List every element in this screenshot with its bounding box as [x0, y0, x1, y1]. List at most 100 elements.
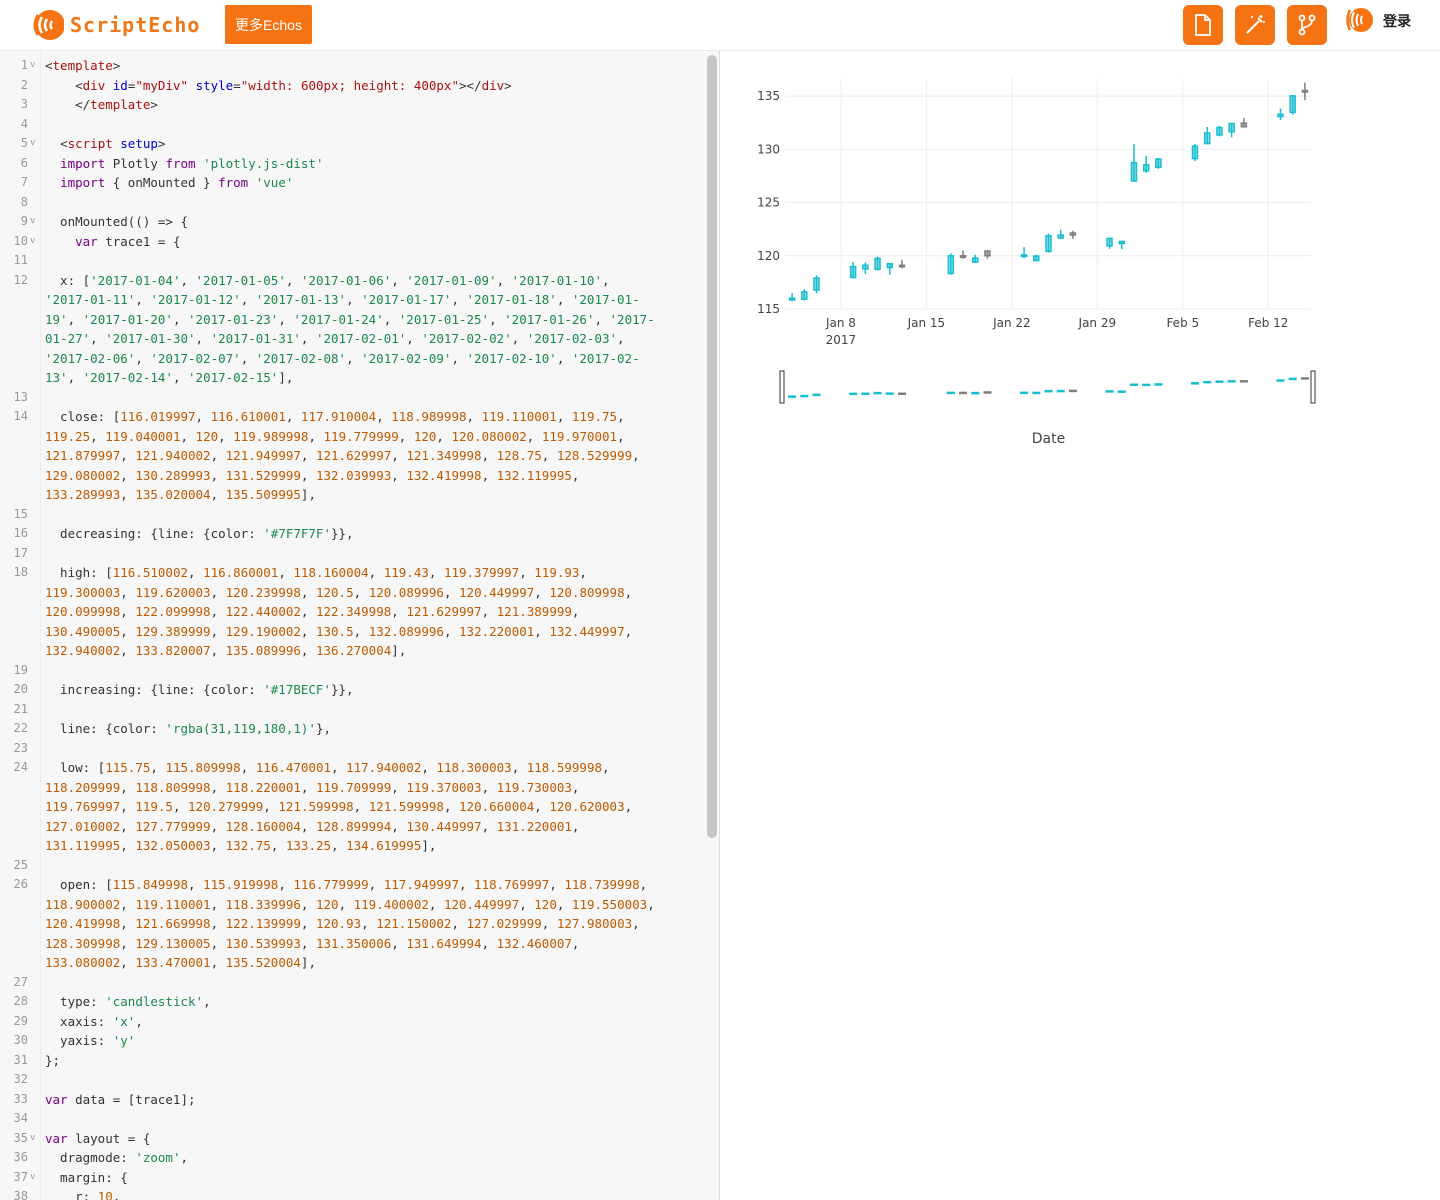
- candle-body: [886, 263, 894, 269]
- code-line[interactable]: 27: [0, 973, 705, 993]
- candlestick-chart[interactable]: 115 120 125 130 135 Jan 8 2017 Jan 15 Jan 22 Jan …: [720, 51, 1440, 471]
- code-text: 133.080002, 133.470001, 135.520004],: [45, 955, 316, 970]
- candle-body: [1277, 113, 1284, 118]
- fold-chevron-icon[interactable]: v: [30, 56, 35, 76]
- code-line[interactable]: 5v <script setup>: [0, 134, 705, 154]
- login-link[interactable]: 登录: [1383, 11, 1411, 31]
- code-line[interactable]: 11: [0, 251, 705, 271]
- editor-scrollbar[interactable]: [707, 55, 717, 838]
- code-line[interactable]: 119.300003, 119.620003, 120.239998, 120.…: [0, 583, 705, 603]
- code-line[interactable]: 132.940002, 133.820007, 135.089996, 136.…: [0, 641, 705, 661]
- magic-wand-icon: [1246, 15, 1265, 34]
- candle-body: [1106, 237, 1113, 247]
- candle-body: [1057, 234, 1064, 239]
- code-line[interactable]: 35 v var layout = {: [0, 1129, 705, 1149]
- fold-chevron-icon[interactable]: v: [30, 1168, 35, 1188]
- code-line[interactable]: 38 r: 10,: [0, 1187, 705, 1200]
- code-line[interactable]: 133.289993, 135.020004, 135.509995],: [0, 485, 705, 505]
- code-line[interactable]: 9v onMounted(() => {: [0, 212, 705, 232]
- code-text: 129.080002, 130.289993, 131.529999, 132.…: [45, 467, 580, 483]
- x-tick-label: Jan 22: [992, 316, 1031, 330]
- code-line[interactable]: 129.080002, 130.289993, 131.529999, 132.…: [0, 466, 705, 486]
- code-line[interactable]: 36 dragmode: 'zoom',: [0, 1148, 705, 1168]
- code-line[interactable]: 01-27', '2017-01-30', '2017-01-31', '201…: [0, 329, 705, 349]
- code-line[interactable]: 20 increasing: {line: {color: '#17BECF'}…: [0, 680, 705, 700]
- scriptecho-logo[interactable]: ScriptEcho: [28, 6, 200, 44]
- new-file-button[interactable]: [1183, 5, 1223, 45]
- code-line[interactable]: 133.080002, 133.470001, 135.520004],: [0, 953, 705, 973]
- code-line[interactable]: 13', '2017-02-14', '2017-02-15'],: [0, 368, 705, 388]
- code-line[interactable]: 4: [0, 115, 705, 135]
- range-slider-candle: [971, 391, 980, 395]
- code-line[interactable]: 119.769997, 119.5, 120.279999, 121.59999…: [0, 797, 705, 817]
- candle-body: [1228, 122, 1235, 133]
- code-line[interactable]: 22 line: {color: 'rgba(31,119,180,1)'},: [0, 719, 705, 739]
- code-line[interactable]: 18 high: [116.510002, 116.860001, 118.16…: [0, 563, 705, 583]
- preview-pane: 115 120 125 130 135 Jan 8 2017 Jan 15 Jan 22 Jan …: [720, 51, 1440, 1200]
- code-line[interactable]: 19', '2017-01-20', '2017-01-23', '2017-0…: [0, 310, 705, 330]
- fold-chevron-icon[interactable]: v: [30, 232, 35, 252]
- range-slider-candle: [983, 391, 992, 394]
- code-line[interactable]: 118.209999, 118.809998, 118.220001, 119.…: [0, 778, 705, 798]
- code-line[interactable]: 130.490005, 129.389999, 129.190002, 130.…: [0, 622, 705, 642]
- more-echos-button[interactable]: 更多Echos: [225, 5, 312, 44]
- code-lines[interactable]: 1 v <template> 2 <div id="myDiv" style="wid…: [0, 56, 705, 1200]
- code-line[interactable]: 28 type: 'candlestick',: [0, 992, 705, 1012]
- code-line[interactable]: 23: [0, 739, 705, 759]
- code-line[interactable]: 120.099998, 122.099998, 122.440002, 122.…: [0, 602, 705, 622]
- code-text: open: [115.849998, 115.919998, 116.77999…: [45, 877, 648, 892]
- code-line[interactable]: 12 x: ['2017-01-04', '2017-01-05', '2017…: [0, 271, 705, 291]
- code-line[interactable]: 128.309998, 129.130005, 130.539993, 131.…: [0, 934, 705, 954]
- fold-chevron-icon[interactable]: v: [30, 134, 35, 154]
- code-line[interactable]: 127.010002, 127.779999, 128.160004, 128.…: [0, 817, 705, 837]
- code-line[interactable]: 13: [0, 388, 705, 408]
- code-line[interactable]: 119.25, 119.040001, 120, 119.989998, 119…: [0, 427, 705, 447]
- code-line[interactable]: 30 yaxis: 'y': [0, 1031, 705, 1051]
- user-avatar-icon[interactable]: [1342, 5, 1374, 35]
- code-line[interactable]: 14 close: [116.019997, 116.610001, 117.9…: [0, 407, 705, 427]
- code-line[interactable]: 17: [0, 544, 705, 564]
- line-number: 10: [13, 233, 28, 248]
- code-text: 127.010002, 127.779999, 128.160004, 128.…: [45, 818, 580, 834]
- code-line[interactable]: '2017-01-11', '2017-01-12', '2017-01-13'…: [0, 290, 705, 310]
- code-line[interactable]: 1 v <template>: [0, 56, 705, 76]
- fold-chevron-icon[interactable]: v: [30, 212, 35, 232]
- code-line[interactable]: 31};: [0, 1051, 705, 1071]
- line-number: 1: [20, 58, 28, 72]
- code-line[interactable]: 10 v var trace1 = {: [0, 232, 705, 252]
- code-line[interactable]: 8: [0, 193, 705, 213]
- code-text: import Plotly from 'plotly.js-dist': [60, 155, 324, 171]
- line-number: 6: [20, 155, 28, 170]
- code-line[interactable]: 29 xaxis: 'x',: [0, 1012, 705, 1032]
- line-number: 7: [20, 175, 28, 189]
- code-line[interactable]: 7 import { onMounted } from 'vue': [0, 173, 705, 193]
- code-line[interactable]: 118.900002, 119.110001, 118.339996, 120,…: [0, 895, 705, 915]
- code-line[interactable]: 25: [0, 856, 705, 876]
- code-line[interactable]: 37 v margin: {: [0, 1168, 705, 1188]
- code-line[interactable]: 6 import Plotly from 'plotly.js-dist': [0, 154, 705, 174]
- code-line[interactable]: 21: [0, 700, 705, 720]
- code-line[interactable]: 2 <div id="myDiv" style="width: 600px; h…: [0, 76, 705, 96]
- code-line[interactable]: 33 var data = [trace1];: [0, 1090, 705, 1110]
- code-line[interactable]: 121.879997, 121.940002, 121.949997, 121.…: [0, 446, 705, 466]
- line-number: 17: [13, 545, 28, 560]
- fork-button[interactable]: [1287, 5, 1327, 45]
- code-line[interactable]: 16 decreasing: {line: {color: '#7F7F7F'}…: [0, 524, 705, 544]
- code-line[interactable]: 120.419998, 121.669998, 122.139999, 120.…: [0, 914, 705, 934]
- code-line[interactable]: 24 low: [115.75, 115.809998, 116.470001,…: [0, 758, 705, 778]
- candle-body: [788, 297, 796, 301]
- candle-body: [898, 264, 906, 268]
- code-line[interactable]: 26 open: [115.849998, 115.919998, 116.77…: [0, 875, 705, 895]
- code-line[interactable]: 34: [0, 1109, 705, 1129]
- range-slider-candle: [873, 391, 882, 395]
- fold-chevron-icon[interactable]: v: [30, 1129, 35, 1149]
- code-line[interactable]: 3 </template>: [0, 95, 705, 115]
- code-line[interactable]: 32: [0, 1070, 705, 1090]
- code-line[interactable]: 131.119995, 132.050003, 132.75, 133.25, …: [0, 836, 705, 856]
- code-text: r: 10,: [45, 1189, 121, 1200]
- magic-generate-button[interactable]: [1235, 5, 1275, 45]
- code-line[interactable]: 19: [0, 661, 705, 681]
- code-line[interactable]: 15: [0, 505, 705, 525]
- code-line[interactable]: '2017-02-06', '2017-02-07', '2017-02-08'…: [0, 349, 705, 369]
- code-editor[interactable]: 1 v <template> 2 <div id="myDiv" style="wid…: [0, 51, 720, 1200]
